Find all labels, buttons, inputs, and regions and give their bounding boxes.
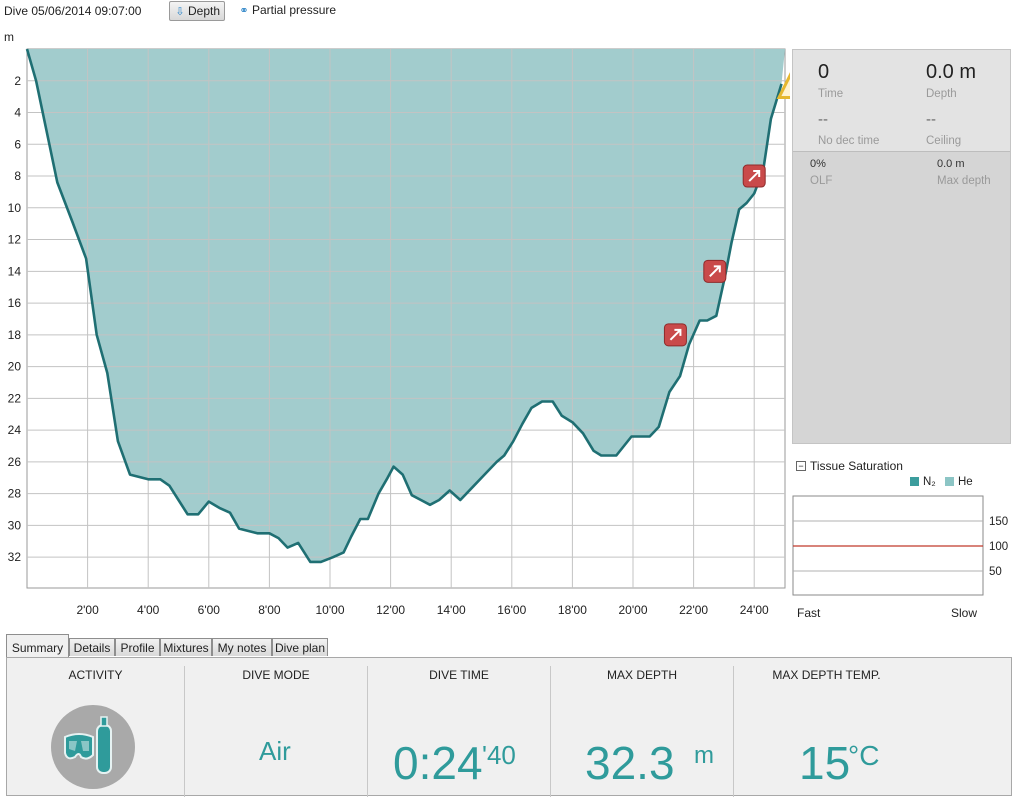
dive-info-panel: 0 Time 0.0 m Depth -- No dec time -- Cei… (792, 49, 1011, 444)
x-tick-label: 14'00 (437, 603, 466, 617)
dive-time-column: DIVE TIME 0:24 '40 (368, 658, 550, 797)
n2-swatch (910, 477, 919, 486)
info-current-section: 0 Time 0.0 m Depth -- No dec time -- Cei… (793, 50, 1010, 152)
max-depth-temp-column: MAX DEPTH TEMP. 15 °C (734, 658, 919, 797)
no-dec-time-value: -- (818, 111, 828, 128)
y-tick-label: 22 (8, 391, 22, 405)
dive-mode-column: DIVE MODE Air (185, 658, 367, 797)
fast-label: Fast (797, 606, 821, 620)
max-depth-label: Max depth (937, 175, 991, 187)
tab-mixtures[interactable]: Mixtures (160, 638, 212, 656)
dive-time-seconds: '40 (482, 740, 516, 770)
summary-panel: ACTIVITY DIVE MODE Air DIVE TIME 0:24 '4… (6, 657, 1012, 797)
max-depth-temp-unit: °C (848, 740, 880, 771)
y-tick-label: 14 (8, 264, 22, 278)
n2-label: N₂ (923, 476, 936, 488)
y-tick-label: 16 (8, 296, 22, 310)
tissue-tick-label: 150 (989, 516, 1008, 528)
tab-dive-plan[interactable]: Dive plan (272, 638, 328, 656)
depth-arrow-icon: ⇩ (175, 6, 185, 18)
depth-toggle-button[interactable]: ⇩ Depth (169, 1, 225, 21)
partial-pressure-toggle-button[interactable]: ⚭ Partial pressure (234, 1, 344, 19)
y-tick-label: 18 (8, 328, 22, 342)
tissue-saturation-chart: 150 100 50 (792, 495, 1008, 596)
collapse-icon[interactable]: − (796, 461, 806, 471)
x-tick-label: 6'00 (198, 603, 221, 617)
x-tick-label: 10'00 (316, 603, 345, 617)
tab-profile[interactable]: Profile (115, 638, 160, 656)
max-depth-title: MAX DEPTH (606, 668, 677, 682)
x-tick-label: 12'00 (376, 603, 405, 617)
y-tick-label: 4 (14, 106, 21, 120)
y-tick-label: 10 (8, 201, 22, 215)
legend-n2: N₂ (910, 476, 936, 488)
depth-value: 0.0 m (926, 61, 977, 83)
activity-column: ACTIVITY (7, 658, 184, 797)
x-tick-label: 24'00 (740, 603, 769, 617)
y-tick-label: 32 (8, 550, 22, 564)
max-depth-temp-value: 15 (799, 737, 851, 789)
max-depth-summary-value: 32.3 (585, 737, 675, 789)
y-tick-label: 28 (8, 487, 22, 501)
depth-label: Depth (926, 88, 957, 100)
x-tick-label: 20'00 (619, 603, 648, 617)
x-tick-label: 22'00 (679, 603, 708, 617)
tissue-tick-label: 50 (989, 566, 1002, 578)
tissue-tick-label: 100 (989, 541, 1008, 553)
y-tick-label: 20 (8, 360, 22, 374)
tissue-saturation-title: Tissue Saturation (810, 459, 903, 473)
y-tick-label: 8 (14, 169, 21, 183)
tab-details[interactable]: Details (69, 638, 115, 656)
max-depth-column: MAX DEPTH 32.3 m (551, 658, 733, 797)
activity-title: ACTIVITY (68, 668, 123, 682)
dive-title: Dive 05/06/2014 09:07:00 (4, 4, 142, 18)
partial-pressure-icon: ⚭ (239, 5, 249, 17)
dive-mode-title: DIVE MODE (242, 668, 310, 682)
no-dec-time-label: No dec time (818, 135, 880, 147)
ceiling-label: Ceiling (926, 135, 962, 147)
ceiling-value: -- (926, 111, 936, 128)
y-tick-label: 6 (14, 137, 21, 151)
max-depth-value: 0.0 m (937, 158, 965, 170)
slow-label: Slow (951, 606, 978, 620)
max-depth-unit: m (694, 742, 714, 769)
depth-toggle-label: Depth (188, 4, 221, 18)
tissue-saturation-header[interactable]: − Tissue Saturation (796, 459, 903, 473)
partial-pressure-label: Partial pressure (252, 3, 337, 17)
time-label: Time (818, 88, 844, 100)
he-swatch (945, 477, 954, 486)
time-value: 0 (818, 61, 830, 83)
dive-time-value: 0:24 (393, 737, 483, 789)
x-tick-label: 18'00 (558, 603, 587, 617)
tab-my-notes[interactable]: My notes (212, 638, 272, 656)
max-depth-temp-title: MAX DEPTH TEMP. (772, 668, 881, 682)
x-tick-label: 16'00 (497, 603, 526, 617)
depth-profile-chart[interactable]: 2'00 4'00 6'00 8'00 10'00 12'00 14'00 16'00 18'0… (0, 40, 790, 620)
olf-label: OLF (810, 175, 833, 187)
dive-mode-value: Air (259, 736, 291, 766)
x-tick-label: 2'00 (76, 603, 99, 617)
y-tick-label: 26 (8, 455, 22, 469)
legend-he: He (945, 476, 973, 488)
x-tick-label: 8'00 (258, 603, 281, 617)
toolbar: Dive 05/06/2014 09:07:00 ⇩ Depth ⚭ Partial… (0, 0, 1014, 22)
y-tick-label: 12 (8, 233, 22, 247)
olf-value: 0% (810, 158, 826, 170)
x-tick-label: 4'00 (137, 603, 160, 617)
he-label: He (958, 476, 973, 488)
y-tick-label: 24 (8, 423, 22, 437)
tab-summary[interactable]: Summary (6, 634, 69, 657)
y-tick-label: 2 (14, 74, 21, 88)
scuba-activity-icon (51, 705, 135, 789)
dive-time-title: DIVE TIME (429, 668, 489, 682)
y-tick-label: 30 (8, 518, 22, 532)
